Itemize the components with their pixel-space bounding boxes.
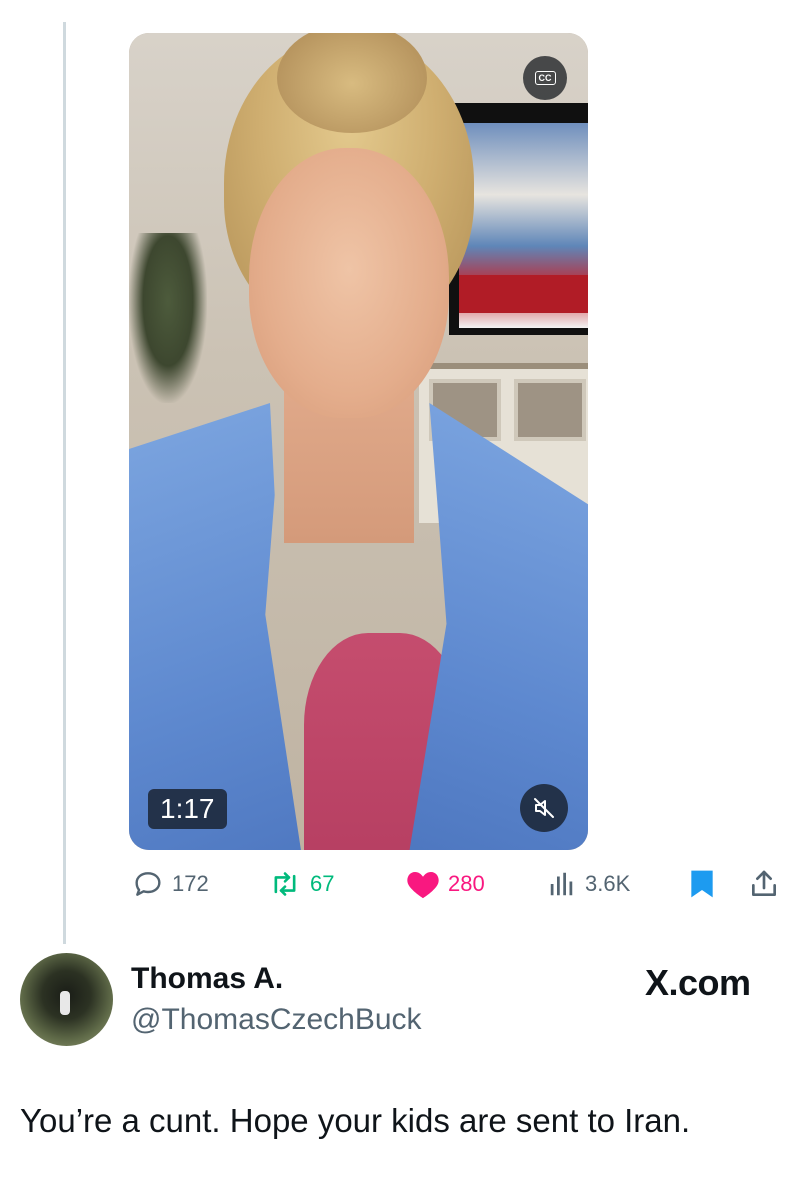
bookmark-button[interactable] — [688, 864, 716, 904]
user-handle[interactable]: @ThomasCzechBuck — [131, 1003, 422, 1037]
repost-icon — [274, 872, 296, 896]
reply-count: 172 — [172, 871, 209, 896]
like-action[interactable]: 280 — [406, 864, 485, 904]
reply-text: You’re a cunt. Hope your kids are sent t… — [20, 1102, 691, 1139]
video-player[interactable] — [129, 33, 588, 850]
repost-count: 67 — [310, 871, 335, 896]
television-banner — [459, 275, 588, 313]
thread-line — [63, 22, 66, 944]
video-duration-badge: 1:17 — [148, 789, 227, 829]
speaker-muted-icon — [534, 798, 554, 818]
bookmark-icon — [691, 870, 713, 898]
views-count: 3.6K — [585, 871, 631, 896]
share-icon — [752, 870, 776, 896]
reply-icon — [135, 872, 161, 896]
display-name[interactable]: Thomas A. — [131, 962, 283, 996]
avatar-figure — [60, 991, 70, 1015]
captions-icon: CC — [534, 71, 556, 85]
share-button[interactable] — [748, 864, 780, 904]
views-icon — [550, 872, 573, 896]
mute-button[interactable] — [520, 784, 568, 832]
plant — [129, 233, 207, 403]
views-action[interactable]: 3.6K — [547, 864, 630, 904]
captions-button[interactable]: CC — [523, 56, 567, 100]
x-logo-watermark: X.com — [645, 962, 751, 1003]
reply-action[interactable]: 172 — [132, 864, 209, 904]
cabinet-door — [514, 379, 586, 441]
heart-icon — [407, 871, 439, 899]
like-count: 280 — [448, 871, 485, 896]
avatar[interactable] — [20, 953, 113, 1046]
repost-action[interactable]: 67 — [268, 864, 334, 904]
person-face — [249, 148, 449, 418]
